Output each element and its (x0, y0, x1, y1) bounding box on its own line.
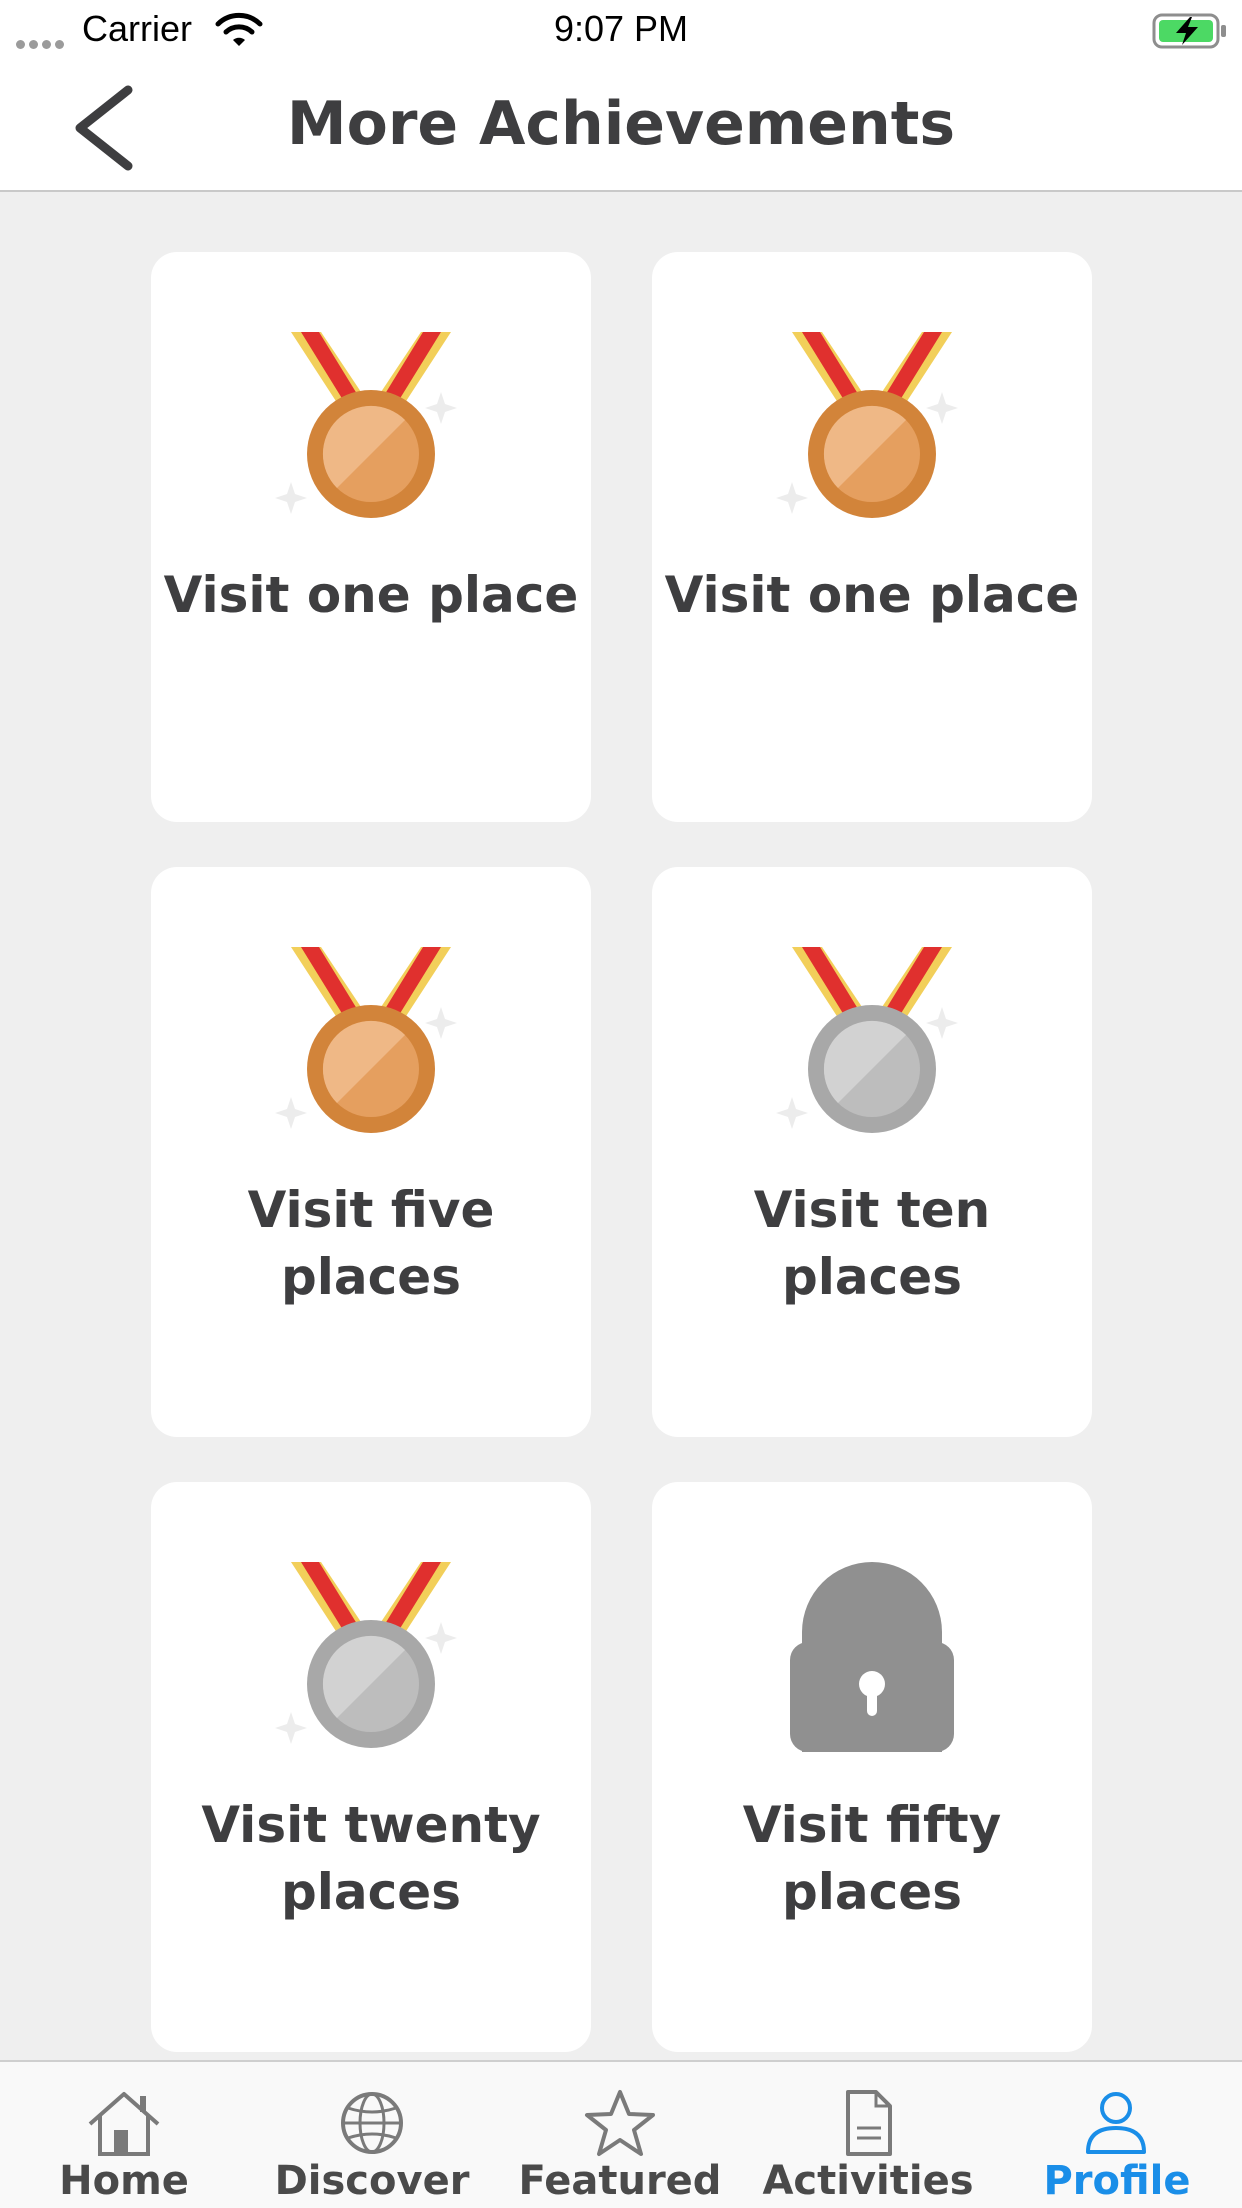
user-icon (1086, 2092, 1146, 2154)
tab-label: Featured (518, 2158, 722, 2204)
tab-discover[interactable]: Discover (248, 2062, 496, 2208)
lock-icon (790, 1562, 954, 1752)
bronze-medal-icon (776, 332, 958, 518)
achievement-label: Visit one place (664, 566, 1080, 624)
home-icon (88, 2092, 160, 2156)
page-title: More Achievements (286, 89, 956, 159)
achievement-label: Visit ten places (753, 1181, 991, 1306)
achievement-label: Visit one place (163, 566, 579, 624)
achievements-scroll-area[interactable]: Visit one place Visit one place Visit fi… (0, 194, 1242, 2060)
bronze-medal-icon (275, 947, 457, 1133)
navigation-bar: More Achievements (0, 60, 1242, 192)
silver-medal-icon (776, 947, 958, 1133)
globe-icon (341, 2092, 403, 2154)
tab-label: Discover (274, 2158, 470, 2204)
achievement-label: Visit twenty places (201, 1796, 541, 1921)
silver-medal-icon (275, 1562, 457, 1748)
bronze-medal-icon (275, 332, 457, 518)
tab-label: Home (59, 2158, 189, 2204)
achievement-card[interactable]: Visit one place (151, 252, 591, 822)
tab-featured[interactable]: Featured (496, 2062, 744, 2208)
achievement-card[interactable]: Visit twenty places (151, 1482, 591, 2052)
battery-charging-icon (1152, 13, 1226, 49)
achievement-card[interactable]: Visit five places (151, 867, 591, 1437)
achievement-card[interactable]: Visit fifty places (652, 1482, 1092, 2052)
achievement-label: Visit fifty places (742, 1796, 1002, 1921)
status-time: 9:07 PM (553, 8, 689, 49)
achievement-label: Visit five places (247, 1181, 495, 1306)
tab-profile[interactable]: Profile (992, 2062, 1242, 2208)
document-icon (846, 2090, 892, 2156)
tab-bar: Home Discover Featured Activities Profil… (0, 2060, 1242, 2208)
star-icon (585, 2090, 655, 2156)
achievement-card[interactable]: Visit ten places (652, 867, 1092, 1437)
status-bar: Carrier 9:07 PM (0, 0, 1242, 60)
tab-label: Profile (1043, 2158, 1191, 2204)
tab-label: Activities (762, 2158, 974, 2204)
tab-activities[interactable]: Activities (744, 2062, 992, 2208)
achievement-card[interactable]: Visit one place (652, 252, 1092, 822)
tab-home[interactable]: Home (0, 2062, 248, 2208)
